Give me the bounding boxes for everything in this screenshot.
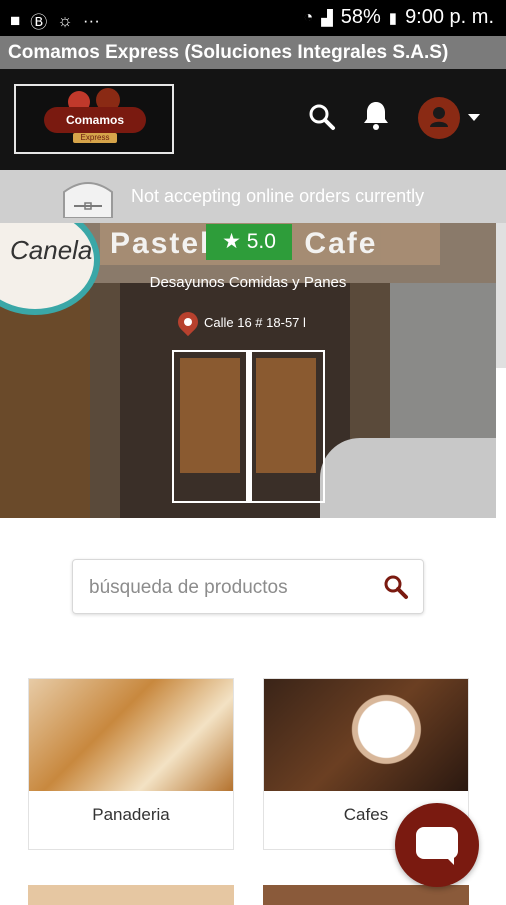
- star-icon: ★: [222, 230, 241, 253]
- more-icon: ···: [82, 10, 100, 30]
- chat-icon: [416, 827, 458, 865]
- status-bar: ■ Ⓑ ☼ ··· ◔ ▟ 58% ▮ 9:00 p. m.: [0, 0, 506, 36]
- logo-text: Comamos: [44, 107, 146, 133]
- store-categories: Desayunos Comidas y Panes: [149, 274, 347, 291]
- notice-text: Not accepting online orders currently: [131, 186, 425, 206]
- brightness-icon: ☼: [57, 10, 73, 30]
- closed-store-icon: [63, 182, 113, 218]
- category-card-partial[interactable]: [28, 885, 234, 905]
- status-right: ◔ ▟ 58% ▮ 9:00 p. m.: [304, 6, 494, 29]
- header: Comamos Express: [0, 69, 506, 170]
- category-card-partial[interactable]: [263, 885, 469, 905]
- wifi-icon: ◔: [303, 8, 314, 26]
- product-search[interactable]: [72, 559, 424, 614]
- rating-value: 5.0: [246, 230, 276, 253]
- logo-subtext: Express: [73, 133, 117, 143]
- category-card-panaderia[interactable]: Panaderia: [28, 678, 234, 850]
- bread-image: [29, 679, 233, 791]
- app-title: Comamos Express (Soluciones Integrales S…: [8, 42, 449, 63]
- battery-percent: 58%: [340, 6, 381, 28]
- address-text: Calle 16 # 18-57 l: [204, 314, 306, 330]
- app-title-bar: Comamos Express (Soluciones Integrales S…: [0, 36, 506, 69]
- search-input[interactable]: [87, 570, 371, 605]
- search-button-icon[interactable]: [383, 574, 409, 605]
- coffee-image: [264, 679, 468, 791]
- store-address[interactable]: Calle 16 # 18-57 l: [173, 307, 306, 337]
- scrollbar[interactable]: [496, 223, 506, 368]
- clock: 9:00 p. m.: [405, 6, 494, 28]
- location-pin-icon: [173, 307, 203, 337]
- search-icon[interactable]: [308, 103, 336, 136]
- bell-icon[interactable]: [362, 99, 390, 136]
- orders-notice-banner: Not accepting online orders currently: [0, 170, 506, 223]
- category-label: Panaderia: [92, 805, 170, 824]
- battery-icon: ▮: [388, 9, 398, 27]
- rating-badge: ★ 5.0: [206, 224, 292, 260]
- signal-icon: ▟: [321, 9, 333, 27]
- user-icon: [430, 107, 448, 127]
- video-icon: ■: [10, 10, 21, 30]
- chat-button[interactable]: [395, 803, 479, 887]
- status-left-icons: ■ Ⓑ ☼ ···: [10, 8, 100, 33]
- chevron-down-icon[interactable]: [468, 114, 480, 121]
- b-icon: Ⓑ: [30, 13, 48, 32]
- user-avatar[interactable]: [418, 97, 460, 139]
- store-door-frame: [172, 350, 325, 503]
- restaurant-logo[interactable]: Comamos Express: [14, 84, 174, 154]
